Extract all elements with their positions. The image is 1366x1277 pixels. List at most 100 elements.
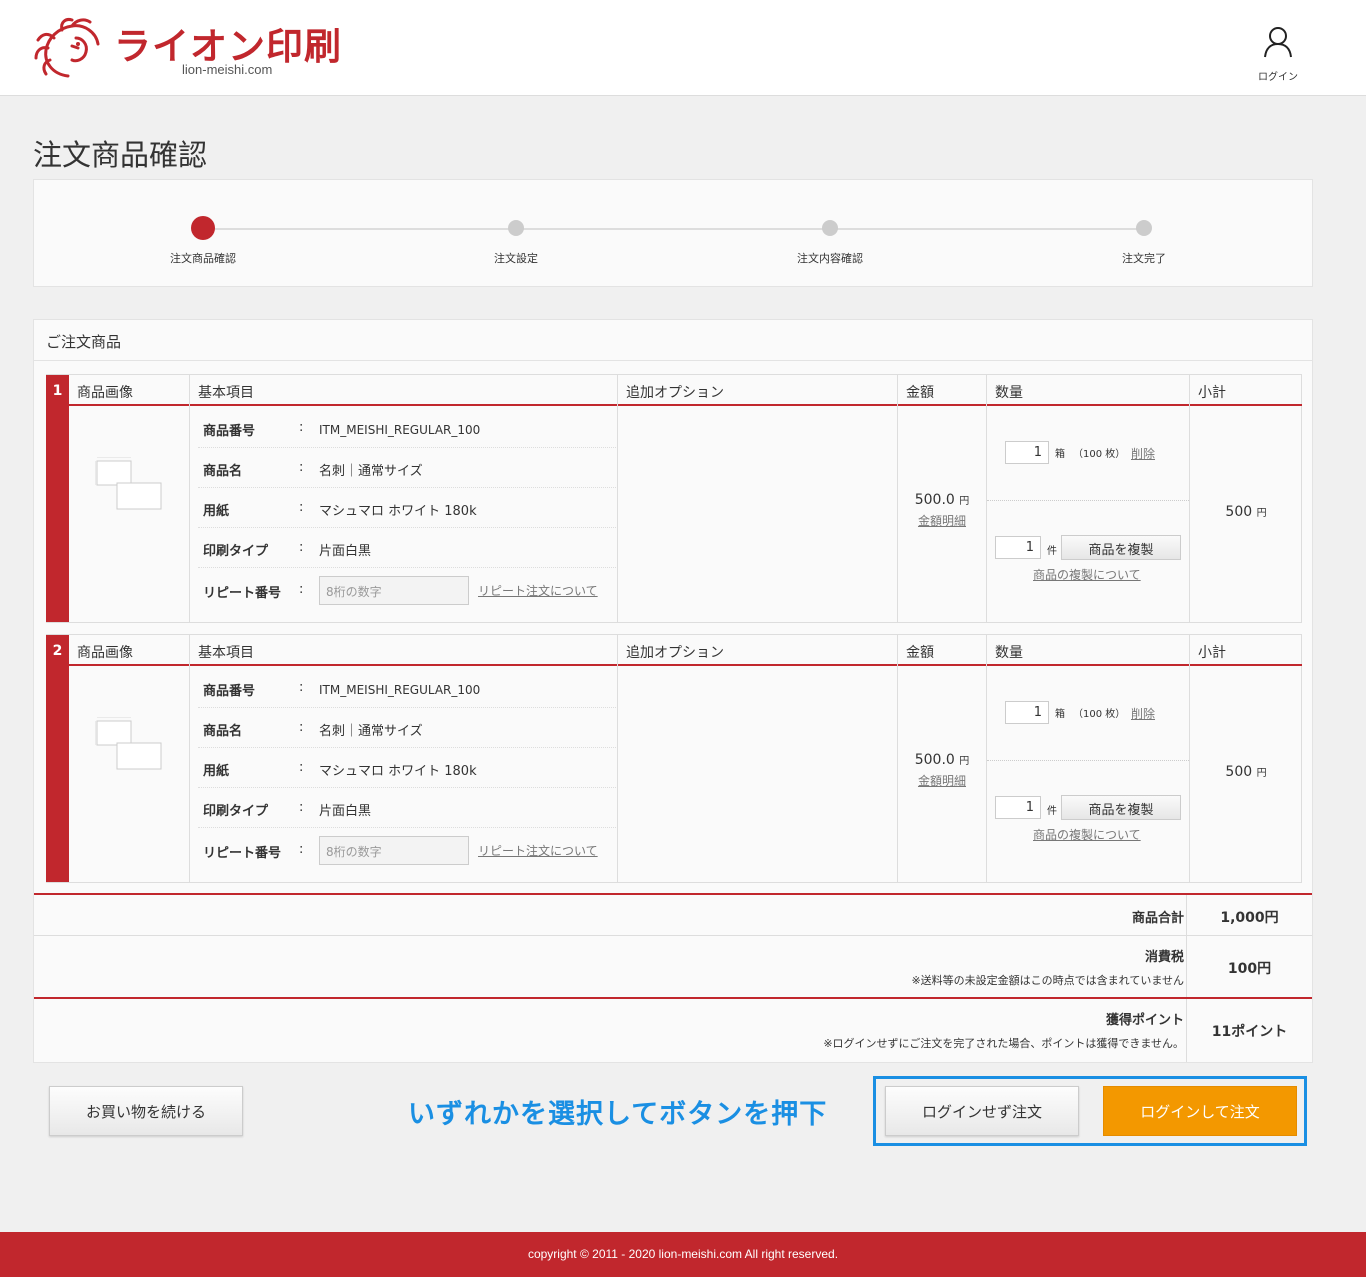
quantity-sheets: （100 枚） <box>1073 709 1126 720</box>
row-repeat-no: リピート番号 : 8桁の数字 リピート注文について <box>198 830 616 874</box>
row-paper: 用紙 : マシュマロ ホワイト 180k <box>198 748 616 788</box>
duplicate-item-button[interactable]: 商品を複製 <box>1061 535 1181 560</box>
lion-logo-icon <box>34 18 100 78</box>
product-thumbnail <box>95 457 162 510</box>
step-cart-confirm: 注文商品確認 <box>123 216 283 266</box>
divider <box>987 500 1189 501</box>
price-detail-link[interactable]: 金額明細 <box>898 512 986 529</box>
row-name: 商品名 : 名刺｜通常サイズ <box>198 708 616 748</box>
label-item-no: 商品番号 <box>203 424 256 439</box>
order-item-1: 1 商品画像 基本項目 商品番号 : ITM_MEISHI_REGULAR_10… <box>46 374 1302 623</box>
col-header-image: 商品画像 <box>69 375 189 406</box>
item-number: 1 <box>46 375 69 622</box>
repeat-order-info-link[interactable]: リピート注文について <box>478 842 598 859</box>
brand-domain: lion-meishi.com <box>182 62 273 77</box>
row-paper: 用紙 : マシュマロ ホワイト 180k <box>198 488 616 528</box>
login-button[interactable]: ログイン <box>1250 26 1306 83</box>
quantity-input[interactable]: 1 <box>1005 441 1049 464</box>
col-price: 金額 500.0 円 金額明細 <box>897 635 986 882</box>
colon: : <box>299 800 304 815</box>
copies-input[interactable]: 1 <box>995 536 1041 559</box>
colon: : <box>299 460 304 475</box>
continue-shopping-button[interactable]: お買い物を続ける <box>49 1086 243 1136</box>
divider <box>987 760 1189 761</box>
label-name: 商品名 <box>203 724 243 739</box>
step-label: 注文商品確認 <box>170 252 236 265</box>
row-item-no: 商品番号 : ITM_MEISHI_REGULAR_100 <box>198 668 616 708</box>
quantity-unit: 箱 <box>1055 709 1065 720</box>
col-header-qty: 数量 <box>987 375 1189 406</box>
col-header-image: 商品画像 <box>69 635 189 666</box>
site-footer: copyright © 2011 - 2020 lion-meishi.com … <box>0 1232 1366 1277</box>
subtotal-cell: 500 円 <box>1190 504 1302 520</box>
subtotal-unit: 円 <box>1256 768 1267 779</box>
repeat-number-input[interactable]: 8桁の数字 <box>319 836 469 865</box>
colon: : <box>299 760 304 775</box>
row-item-no: 商品番号 : ITM_MEISHI_REGULAR_100 <box>198 408 616 448</box>
colon: : <box>299 842 304 857</box>
value-name: 名刺｜通常サイズ <box>319 464 423 479</box>
colon: : <box>299 540 304 555</box>
price-unit: 円 <box>959 756 970 767</box>
site-logo[interactable]: ライオン印刷 lion-meishi.com <box>32 14 362 84</box>
repeat-order-info-link[interactable]: リピート注文について <box>478 582 598 599</box>
value-item-no: ITM_MEISHI_REGULAR_100 <box>319 423 481 437</box>
col-qty: 数量 1 箱 （100 枚） 削除 1 件 商品を複製 商品の複製について <box>986 635 1189 882</box>
tax-label: 消費税 <box>1144 950 1184 965</box>
col-header-basic: 基本項目 <box>190 635 617 666</box>
colon: : <box>299 680 304 695</box>
tax-note: ※送料等の未設定金額はこの時点では含まれていません <box>911 974 1184 987</box>
copies-input[interactable]: 1 <box>995 796 1041 819</box>
value-item-no: ITM_MEISHI_REGULAR_100 <box>319 683 481 697</box>
col-header-subtotal: 小計 <box>1190 635 1302 666</box>
col-image: 商品画像 <box>69 375 189 622</box>
value-print-type: 片面白黒 <box>319 544 372 559</box>
step-dot <box>508 220 524 236</box>
row-print-type: 印刷タイプ : 片面白黒 <box>198 788 616 828</box>
col-header-qty: 数量 <box>987 635 1189 666</box>
col-header-options: 追加オプション <box>618 635 897 666</box>
step-label: 注文内容確認 <box>797 252 863 265</box>
col-header-price: 金額 <box>898 375 986 406</box>
quantity-input[interactable]: 1 <box>1005 701 1049 724</box>
row-print-type: 印刷タイプ : 片面白黒 <box>198 528 616 568</box>
subtotal-unit: 円 <box>1256 508 1267 519</box>
step-order-complete: 注文完了 <box>1064 216 1224 266</box>
label-paper: 用紙 <box>203 764 230 779</box>
colon: : <box>299 582 304 597</box>
step-dot-active <box>191 216 215 240</box>
duplicate-info-link[interactable]: 商品の複製について <box>1033 566 1141 583</box>
value-paper: マシュマロ ホワイト 180k <box>319 504 477 519</box>
copies-unit: 件 <box>1047 806 1057 817</box>
order-item-2: 2 商品画像 基本項目 商品番号 : ITM_MEISHI_REGULAR_10… <box>46 634 1302 883</box>
col-header-price: 金額 <box>898 635 986 666</box>
duplicate-info-link[interactable]: 商品の複製について <box>1033 826 1141 843</box>
delete-link[interactable]: 削除 <box>1131 445 1155 462</box>
colon: : <box>299 420 304 435</box>
section-title: ご注文商品 <box>34 320 1312 361</box>
price-cell: 500.0 円 金額明細 <box>898 492 986 529</box>
order-without-login-button[interactable]: ログインせず注文 <box>885 1086 1079 1136</box>
label-print-type: 印刷タイプ <box>203 544 269 559</box>
delete-link[interactable]: 削除 <box>1131 705 1155 722</box>
site-header: ライオン印刷 lion-meishi.com ログイン <box>0 0 1366 96</box>
col-subtotal: 小計 500 円 <box>1189 635 1302 882</box>
row-name: 商品名 : 名刺｜通常サイズ <box>198 448 616 488</box>
col-options: 追加オプション <box>617 635 897 882</box>
page-title: 注文商品確認 <box>33 138 208 172</box>
repeat-number-input[interactable]: 8桁の数字 <box>319 576 469 605</box>
order-with-login-button[interactable]: ログインして注文 <box>1103 1086 1297 1136</box>
label-paper: 用紙 <box>203 504 230 519</box>
tax-value: 100円 <box>1186 936 1312 997</box>
col-image: 商品画像 <box>69 635 189 882</box>
quantity-sheets: （100 枚） <box>1073 449 1126 460</box>
label-repeat-no: リピート番号 <box>203 846 282 861</box>
price-detail-link[interactable]: 金額明細 <box>898 772 986 789</box>
value-paper: マシュマロ ホワイト 180k <box>319 764 477 779</box>
col-options: 追加オプション <box>617 375 897 622</box>
price-value: 500.0 <box>914 752 955 768</box>
quantity-unit: 箱 <box>1055 449 1065 460</box>
steps-connector-line <box>204 228 1147 230</box>
goods-total-label: 商品合計 <box>1131 911 1184 926</box>
duplicate-item-button[interactable]: 商品を複製 <box>1061 795 1181 820</box>
